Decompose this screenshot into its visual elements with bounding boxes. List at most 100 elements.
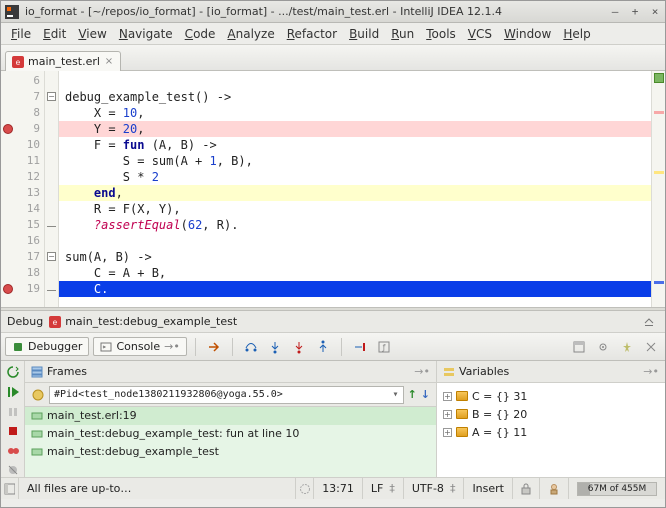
step-out-icon[interactable]: [313, 337, 333, 357]
stop-icon[interactable]: [5, 425, 21, 439]
code-line[interactable]: X = 10,: [59, 105, 651, 121]
settings-icon[interactable]: [593, 337, 613, 357]
menu-tools[interactable]: Tools: [420, 25, 462, 43]
frame-item[interactable]: main_test:debug_example_test: fun at lin…: [25, 425, 436, 443]
console-tab[interactable]: Console →•: [93, 337, 186, 356]
frame-list[interactable]: main_test.erl:19main_test:debug_example_…: [25, 407, 436, 477]
run-to-cursor-icon[interactable]: [350, 337, 370, 357]
menu-run[interactable]: Run: [385, 25, 420, 43]
line-number[interactable]: 14: [1, 201, 44, 217]
resume-icon[interactable]: [5, 385, 21, 399]
next-frame-icon[interactable]: ↓: [421, 388, 430, 401]
close-tab-icon[interactable]: ×: [104, 57, 114, 67]
show-exec-point-icon[interactable]: [204, 337, 224, 357]
breakpoint-icon[interactable]: [3, 284, 13, 294]
menu-edit[interactable]: Edit: [37, 25, 72, 43]
code-line[interactable]: R = F(X, Y),: [59, 201, 651, 217]
prev-frame-icon[interactable]: ↑: [408, 388, 417, 401]
pin-icon[interactable]: [617, 337, 637, 357]
overview-mark[interactable]: [654, 111, 664, 114]
code-line[interactable]: Y = 20,: [59, 121, 651, 137]
caret-position[interactable]: 13:71: [314, 478, 363, 499]
code-line[interactable]: S = sum(A + 1, B),: [59, 153, 651, 169]
menu-file[interactable]: File: [5, 25, 37, 43]
expand-icon[interactable]: +: [443, 410, 452, 419]
breakpoint-icon[interactable]: [3, 124, 13, 134]
frame-item[interactable]: main_test.erl:19: [25, 407, 436, 425]
overview-mark[interactable]: [654, 281, 664, 284]
editor-tab[interactable]: e main_test.erl ×: [5, 51, 121, 71]
line-number[interactable]: 19: [1, 281, 44, 297]
toolwindows-icon[interactable]: [1, 478, 19, 499]
hide-icon[interactable]: →•: [414, 365, 430, 378]
frame-item[interactable]: main_test:debug_example_test: [25, 443, 436, 461]
code-line[interactable]: C.: [59, 281, 651, 297]
rerun-icon[interactable]: [5, 365, 21, 379]
step-into-icon[interactable]: [265, 337, 285, 357]
code-line[interactable]: [59, 233, 651, 249]
variable-row[interactable]: +B = {} 20: [443, 405, 659, 423]
code-line[interactable]: debug_example_test() ->: [59, 89, 651, 105]
overview-ruler[interactable]: [651, 71, 665, 307]
line-number[interactable]: 9: [1, 121, 44, 137]
code-line[interactable]: C = A + B,: [59, 265, 651, 281]
line-number[interactable]: 8: [1, 105, 44, 121]
code-line[interactable]: sum(A, B) ->: [59, 249, 651, 265]
restore-layout-icon[interactable]: [569, 337, 589, 357]
line-number[interactable]: 11: [1, 153, 44, 169]
code-line[interactable]: S * 2: [59, 169, 651, 185]
line-number[interactable]: 6: [1, 73, 44, 89]
step-over-icon[interactable]: [241, 337, 261, 357]
hide-panel-icon[interactable]: [639, 312, 659, 332]
variable-row[interactable]: +A = {} 11: [443, 423, 659, 441]
evaluate-expression-icon[interactable]: ƒ: [374, 337, 394, 357]
maximize-button[interactable]: +: [629, 6, 641, 18]
menu-build[interactable]: Build: [343, 25, 385, 43]
insert-mode[interactable]: Insert: [464, 478, 513, 499]
hector-icon[interactable]: [540, 478, 569, 499]
code-area[interactable]: debug_example_test() -> X = 10, Y = 20, …: [59, 71, 651, 307]
menu-view[interactable]: View: [72, 25, 112, 43]
menu-refactor[interactable]: Refactor: [281, 25, 343, 43]
view-breakpoints-icon[interactable]: [5, 444, 21, 458]
force-step-into-icon[interactable]: [289, 337, 309, 357]
menu-code[interactable]: Code: [179, 25, 222, 43]
hide-icon[interactable]: →•: [643, 365, 659, 378]
menu-help[interactable]: Help: [557, 25, 596, 43]
line-number[interactable]: 10: [1, 137, 44, 153]
line-number[interactable]: 17: [1, 249, 44, 265]
line-number[interactable]: 18: [1, 265, 44, 281]
minimize-button[interactable]: –: [609, 6, 621, 18]
menu-vcs[interactable]: VCS: [462, 25, 498, 43]
code-line[interactable]: [59, 73, 651, 89]
readonly-toggle[interactable]: [513, 478, 540, 499]
expand-icon[interactable]: +: [443, 428, 452, 437]
line-number[interactable]: 12: [1, 169, 44, 185]
debugger-tab[interactable]: Debugger: [5, 337, 89, 356]
close-button[interactable]: ×: [649, 6, 661, 18]
line-number[interactable]: 15: [1, 217, 44, 233]
variable-list[interactable]: +C = {} 31+B = {} 20+A = {} 11: [437, 383, 665, 477]
line-number[interactable]: 16: [1, 233, 44, 249]
overview-mark[interactable]: [654, 171, 664, 174]
line-number[interactable]: 7: [1, 89, 44, 105]
line-number[interactable]: 13: [1, 185, 44, 201]
line-separator[interactable]: LF‡: [363, 478, 404, 499]
menu-window[interactable]: Window: [498, 25, 557, 43]
code-line[interactable]: F = fun (A, B) ->: [59, 137, 651, 153]
memory-indicator[interactable]: 67M of 455M: [569, 478, 665, 499]
mute-breakpoints-icon[interactable]: [5, 464, 21, 478]
background-tasks-icon[interactable]: [296, 478, 314, 499]
menu-analyze[interactable]: Analyze: [221, 25, 280, 43]
code-line[interactable]: ?assertEqual(62, R).: [59, 217, 651, 233]
close-icon[interactable]: [641, 337, 661, 357]
pause-icon[interactable]: [5, 405, 21, 419]
editor[interactable]: 678910111213141516171819 −− debug_exampl…: [1, 71, 665, 307]
variable-row[interactable]: +C = {} 31: [443, 387, 659, 405]
code-line[interactable]: end,: [59, 185, 651, 201]
file-encoding[interactable]: UTF-8‡: [404, 478, 465, 499]
expand-icon[interactable]: +: [443, 392, 452, 401]
thread-selector[interactable]: #Pid<test_node1380211932806@yoga.55.0>: [49, 386, 404, 404]
fold-toggle-icon[interactable]: −: [47, 252, 56, 261]
menu-navigate[interactable]: Navigate: [113, 25, 179, 43]
